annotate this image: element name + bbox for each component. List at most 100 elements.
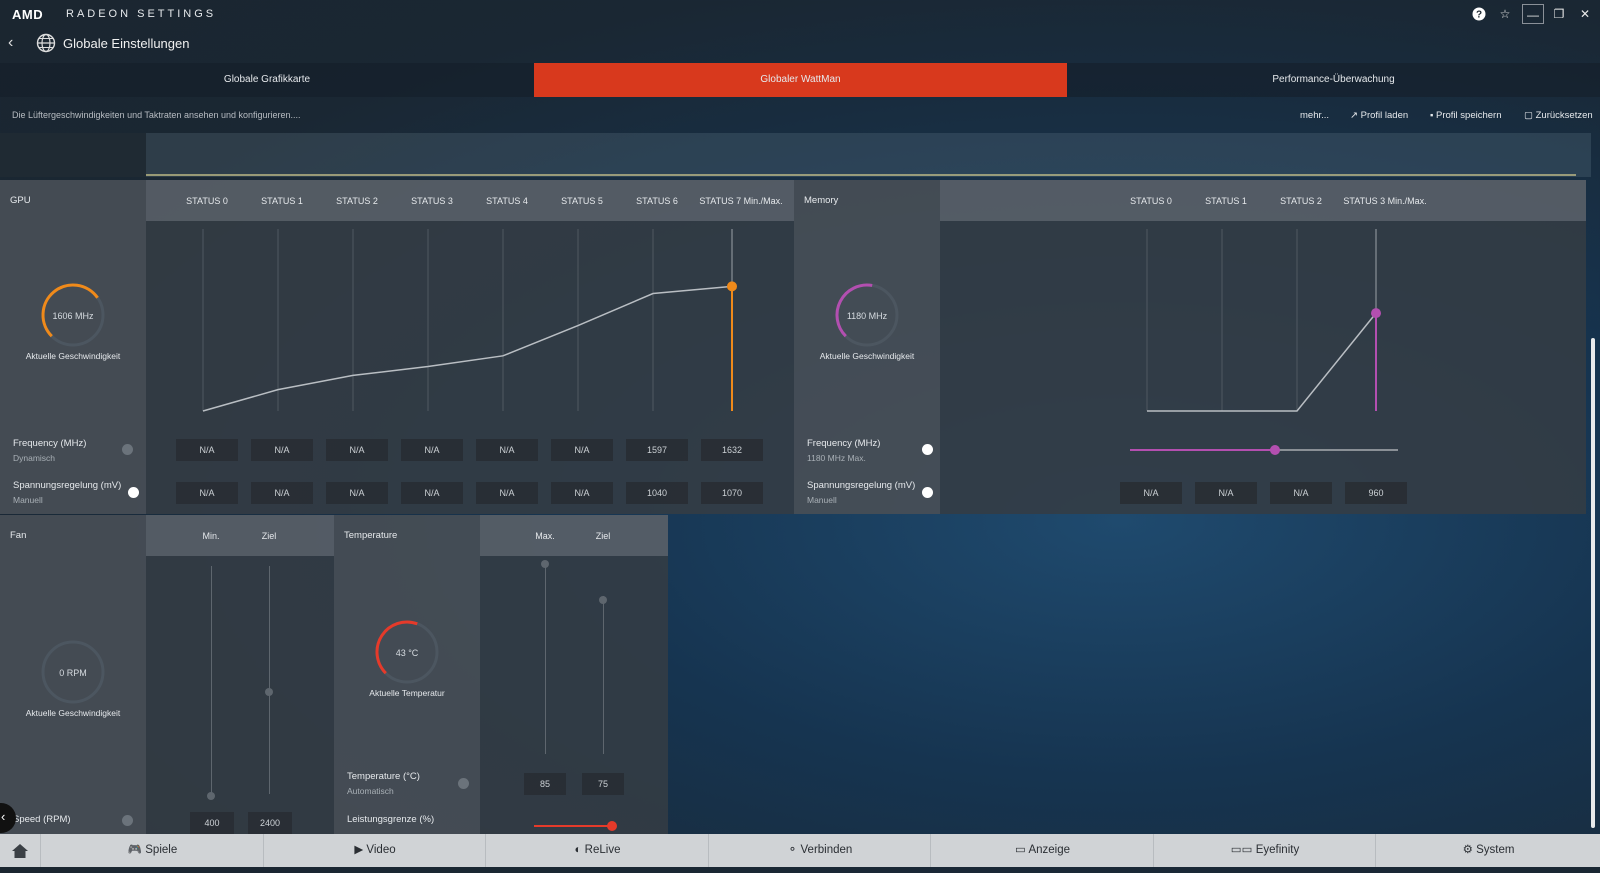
fan-speed-min-input[interactable]: 400 bbox=[190, 812, 234, 834]
restore-button[interactable]: ❐ bbox=[1548, 4, 1570, 24]
gpu-gauge-area: 1606 MHz Aktuelle Geschwindigkeit bbox=[0, 221, 146, 429]
temperature-max-slider-handle[interactable] bbox=[541, 560, 549, 568]
fan-target-slider-track[interactable] bbox=[269, 566, 270, 794]
close-button[interactable]: ✕ bbox=[1574, 4, 1596, 24]
temperature-values: 85 75 bbox=[480, 762, 668, 806]
power-limit-slider-handle[interactable] bbox=[607, 821, 617, 831]
temperature-target-input[interactable]: 75 bbox=[582, 773, 624, 795]
temperature-toggle[interactable] bbox=[458, 778, 469, 789]
page-title: Globale Einstellungen bbox=[63, 36, 190, 51]
gpu-state-label: STATUS 6 bbox=[636, 196, 678, 206]
nav-relive-label: ReLive bbox=[584, 844, 621, 856]
temperature-target-slider-handle[interactable] bbox=[599, 596, 607, 604]
nav-connect[interactable]: ⚬ Verbinden bbox=[708, 834, 931, 867]
tab-performance-monitoring[interactable]: Performance-Überwachung bbox=[1067, 63, 1600, 97]
strip-left bbox=[0, 133, 146, 177]
gpu-voltage-title: Spannungsregelung (mV) bbox=[13, 480, 122, 491]
nav-display[interactable]: ▭ Anzeige bbox=[930, 834, 1154, 867]
fan-header-side: Fan bbox=[0, 515, 146, 556]
temperature-row-title: Temperature (°C) bbox=[347, 771, 420, 782]
collapse-chevron-icon: ‹ bbox=[1, 809, 6, 824]
tab-global-wattman[interactable]: Globaler WattMan bbox=[534, 63, 1067, 97]
fan-min-slider-track[interactable] bbox=[211, 566, 212, 794]
gpu-frequency-input[interactable]: 1597 bbox=[626, 439, 688, 461]
gpu-voltage-input[interactable]: N/A bbox=[551, 482, 613, 504]
nav-connect-label: Verbinden bbox=[800, 844, 853, 856]
fan-speed-title: Speed (RPM) bbox=[13, 814, 71, 825]
temperature-header-side: Temperature bbox=[334, 515, 480, 556]
eyefinity-icon: ▭▭ bbox=[1230, 844, 1256, 856]
fan-speed-row-label: Speed (RPM) bbox=[0, 806, 146, 834]
temperature-row-mode: Automatisch bbox=[347, 786, 394, 796]
nav-system-label: System bbox=[1476, 844, 1515, 856]
reset-button[interactable]: ▢ Zurücksetzen bbox=[1524, 110, 1593, 121]
gpu-frequency-input[interactable]: 1632 bbox=[701, 439, 763, 461]
memory-frequency-slider-handle[interactable] bbox=[1269, 445, 1280, 455]
gpu-frequency-toggle[interactable] bbox=[122, 444, 133, 455]
nav-relive[interactable]: ◐ ReLive bbox=[485, 834, 709, 867]
gpu-header-side: GPU bbox=[0, 180, 146, 221]
gpu-clock-curve[interactable] bbox=[146, 221, 794, 429]
fan-col-header: Min. Ziel bbox=[146, 515, 334, 556]
memory-state-label: STATUS 1 bbox=[1205, 196, 1247, 206]
load-profile-button[interactable]: ↗ Profil laden bbox=[1350, 110, 1408, 121]
memory-voltage-title: Spannungsregelung (mV) bbox=[807, 480, 916, 491]
gpu-voltage-input[interactable]: N/A bbox=[176, 482, 238, 504]
gpu-frequency-mode: Dynamisch bbox=[13, 453, 56, 463]
nav-home[interactable] bbox=[0, 834, 40, 867]
fan-target-slider-handle[interactable] bbox=[265, 688, 273, 696]
gpu-voltage-input[interactable]: N/A bbox=[476, 482, 538, 504]
temperature-target-slider-track[interactable] bbox=[603, 596, 604, 754]
memory-frequency-toggle[interactable] bbox=[922, 444, 933, 455]
gpu-frequency-input[interactable]: N/A bbox=[176, 439, 238, 461]
temperature-max-input[interactable]: 85 bbox=[524, 773, 566, 795]
memory-curve-area bbox=[940, 221, 1586, 429]
memory-frequency-mode: 1180 MHz Max. bbox=[807, 453, 866, 463]
tab-bar: Globale Grafikkarte Globaler WattMan Per… bbox=[0, 63, 1600, 97]
gpu-voltage-toggle[interactable] bbox=[128, 487, 139, 498]
gpu-frequency-input[interactable]: N/A bbox=[401, 439, 463, 461]
reset-icon: ▢ bbox=[1524, 110, 1536, 121]
memory-voltage-toggle[interactable] bbox=[922, 487, 933, 498]
gpu-state-header: STATUS 0 STATUS 1 STATUS 2 STATUS 3 STAT… bbox=[146, 180, 794, 221]
vertical-scrollbar[interactable] bbox=[1591, 338, 1595, 828]
memory-voltage-input[interactable]: N/A bbox=[1195, 482, 1257, 504]
nav-system[interactable]: ⚙ System bbox=[1375, 834, 1600, 867]
memory-clock-curve[interactable] bbox=[940, 221, 1586, 429]
memory-voltage-input[interactable]: N/A bbox=[1120, 482, 1182, 504]
nav-games[interactable]: 🎮 Spiele bbox=[40, 834, 264, 867]
memory-voltage-input[interactable]: 960 bbox=[1345, 482, 1407, 504]
gpu-voltage-input[interactable]: 1040 bbox=[626, 482, 688, 504]
temperature-max-slider-track[interactable] bbox=[545, 564, 546, 754]
gpu-state-label: STATUS 0 bbox=[186, 196, 228, 206]
gpu-voltage-input[interactable]: N/A bbox=[401, 482, 463, 504]
gpu-frequency-input[interactable]: N/A bbox=[476, 439, 538, 461]
memory-voltage-input[interactable]: N/A bbox=[1270, 482, 1332, 504]
temperature-row-label: Temperature (°C) Automatisch bbox=[334, 762, 480, 806]
gpu-frequency-input[interactable]: N/A bbox=[251, 439, 313, 461]
gpu-frequency-input[interactable]: N/A bbox=[326, 439, 388, 461]
memory-state-header: STATUS 0 STATUS 1 STATUS 2 STATUS 3 Min.… bbox=[940, 180, 1586, 221]
memory-frequency-slider-area bbox=[940, 429, 1586, 471]
nav-video[interactable]: ▶ Video bbox=[263, 834, 486, 867]
save-profile-button[interactable]: ▪ Profil speichern bbox=[1430, 110, 1502, 121]
back-button[interactable]: ‹ bbox=[8, 34, 13, 52]
fan-speed-toggle[interactable] bbox=[122, 815, 133, 826]
more-link[interactable]: mehr... bbox=[1300, 110, 1329, 121]
memory-title: Memory bbox=[804, 195, 839, 206]
gpu-voltage-input[interactable]: N/A bbox=[326, 482, 388, 504]
gpu-voltage-input[interactable]: 1070 bbox=[701, 482, 763, 504]
fan-speed-target-input[interactable]: 2400 bbox=[248, 812, 292, 834]
memory-state-label: STATUS 3 Min./Max. bbox=[1343, 196, 1427, 206]
help-icon[interactable]: ? bbox=[1468, 4, 1490, 24]
fan-min-slider-handle[interactable] bbox=[207, 792, 215, 800]
connect-icon: ⚬ bbox=[787, 844, 801, 856]
load-profile-label: Profil laden bbox=[1360, 110, 1409, 121]
tab-global-graphics[interactable]: Globale Grafikkarte bbox=[0, 63, 534, 97]
favorite-star-icon[interactable]: ☆ bbox=[1494, 4, 1516, 24]
gpu-frequency-input[interactable]: N/A bbox=[551, 439, 613, 461]
nav-eyefinity[interactable]: ▭▭ Eyefinity bbox=[1153, 834, 1376, 867]
gpu-voltage-input[interactable]: N/A bbox=[251, 482, 313, 504]
minimize-button[interactable]: — bbox=[1522, 4, 1544, 24]
load-profile-icon: ↗ bbox=[1350, 110, 1361, 121]
